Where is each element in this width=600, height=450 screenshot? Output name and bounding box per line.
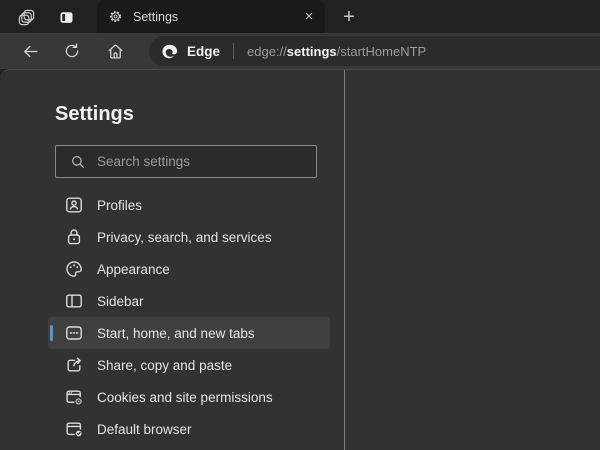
navigation-toolbar: Edge edge://settings/startHomeNTP (0, 33, 600, 69)
back-button[interactable] (15, 36, 45, 66)
selected-indicator (50, 325, 53, 341)
tab-close-button[interactable]: × (299, 7, 319, 27)
tab-actions-icon (58, 9, 75, 26)
refresh-icon (63, 42, 81, 60)
default-browser-icon (64, 419, 84, 439)
home-icon (106, 42, 125, 61)
settings-nav: Profiles Privacy, search, and services A… (0, 189, 344, 445)
start-home-tabs-icon (64, 323, 84, 343)
share-icon (64, 355, 84, 375)
settings-nav-item[interactable]: Default browser (48, 413, 330, 445)
gear-icon (108, 9, 123, 24)
tab-strip: Settings × + (0, 0, 600, 33)
home-button[interactable] (100, 36, 130, 66)
settings-content-pane (345, 70, 600, 450)
profiles-icon (64, 195, 84, 215)
workspaces-icon (17, 8, 36, 27)
address-bar[interactable]: Edge edge://settings/startHomeNTP (149, 36, 600, 66)
settings-page: Settings Profiles Privacy, search, and s… (0, 69, 600, 450)
address-separator (233, 43, 235, 59)
settings-nav-item[interactable]: Profiles (48, 189, 330, 221)
settings-nav-item[interactable]: Share, copy and paste (48, 349, 330, 381)
url-text: edge://settings/startHomeNTP (247, 43, 427, 59)
edge-logo-icon (162, 43, 179, 60)
new-tab-button[interactable]: + (334, 3, 364, 31)
refresh-button[interactable] (57, 36, 87, 66)
cookies-permissions-icon (64, 387, 84, 407)
tab-settings[interactable]: Settings × (97, 0, 325, 33)
page-title: Settings (55, 103, 134, 125)
search-icon (56, 154, 86, 170)
settings-search-box (55, 145, 317, 178)
back-arrow-icon (21, 42, 40, 61)
site-name-label: Edge (187, 43, 221, 59)
settings-nav-item[interactable]: Start, home, and new tabs (48, 317, 330, 349)
settings-nav-item[interactable]: Privacy, search, and services (48, 221, 330, 253)
sidebar-layout-icon (64, 291, 84, 311)
tab-actions-menu-button[interactable] (49, 3, 83, 31)
workspaces-button[interactable] (9, 3, 43, 31)
privacy-lock-icon (64, 227, 84, 247)
settings-sidebar: Settings Profiles Privacy, search, and s… (0, 70, 345, 450)
settings-nav-item[interactable]: Appearance (48, 253, 330, 285)
search-input[interactable] (97, 154, 308, 169)
appearance-palette-icon (64, 259, 84, 279)
tab-title: Settings (133, 9, 179, 24)
settings-nav-item[interactable]: Sidebar (48, 285, 330, 317)
settings-nav-item[interactable]: Cookies and site permissions (48, 381, 330, 413)
